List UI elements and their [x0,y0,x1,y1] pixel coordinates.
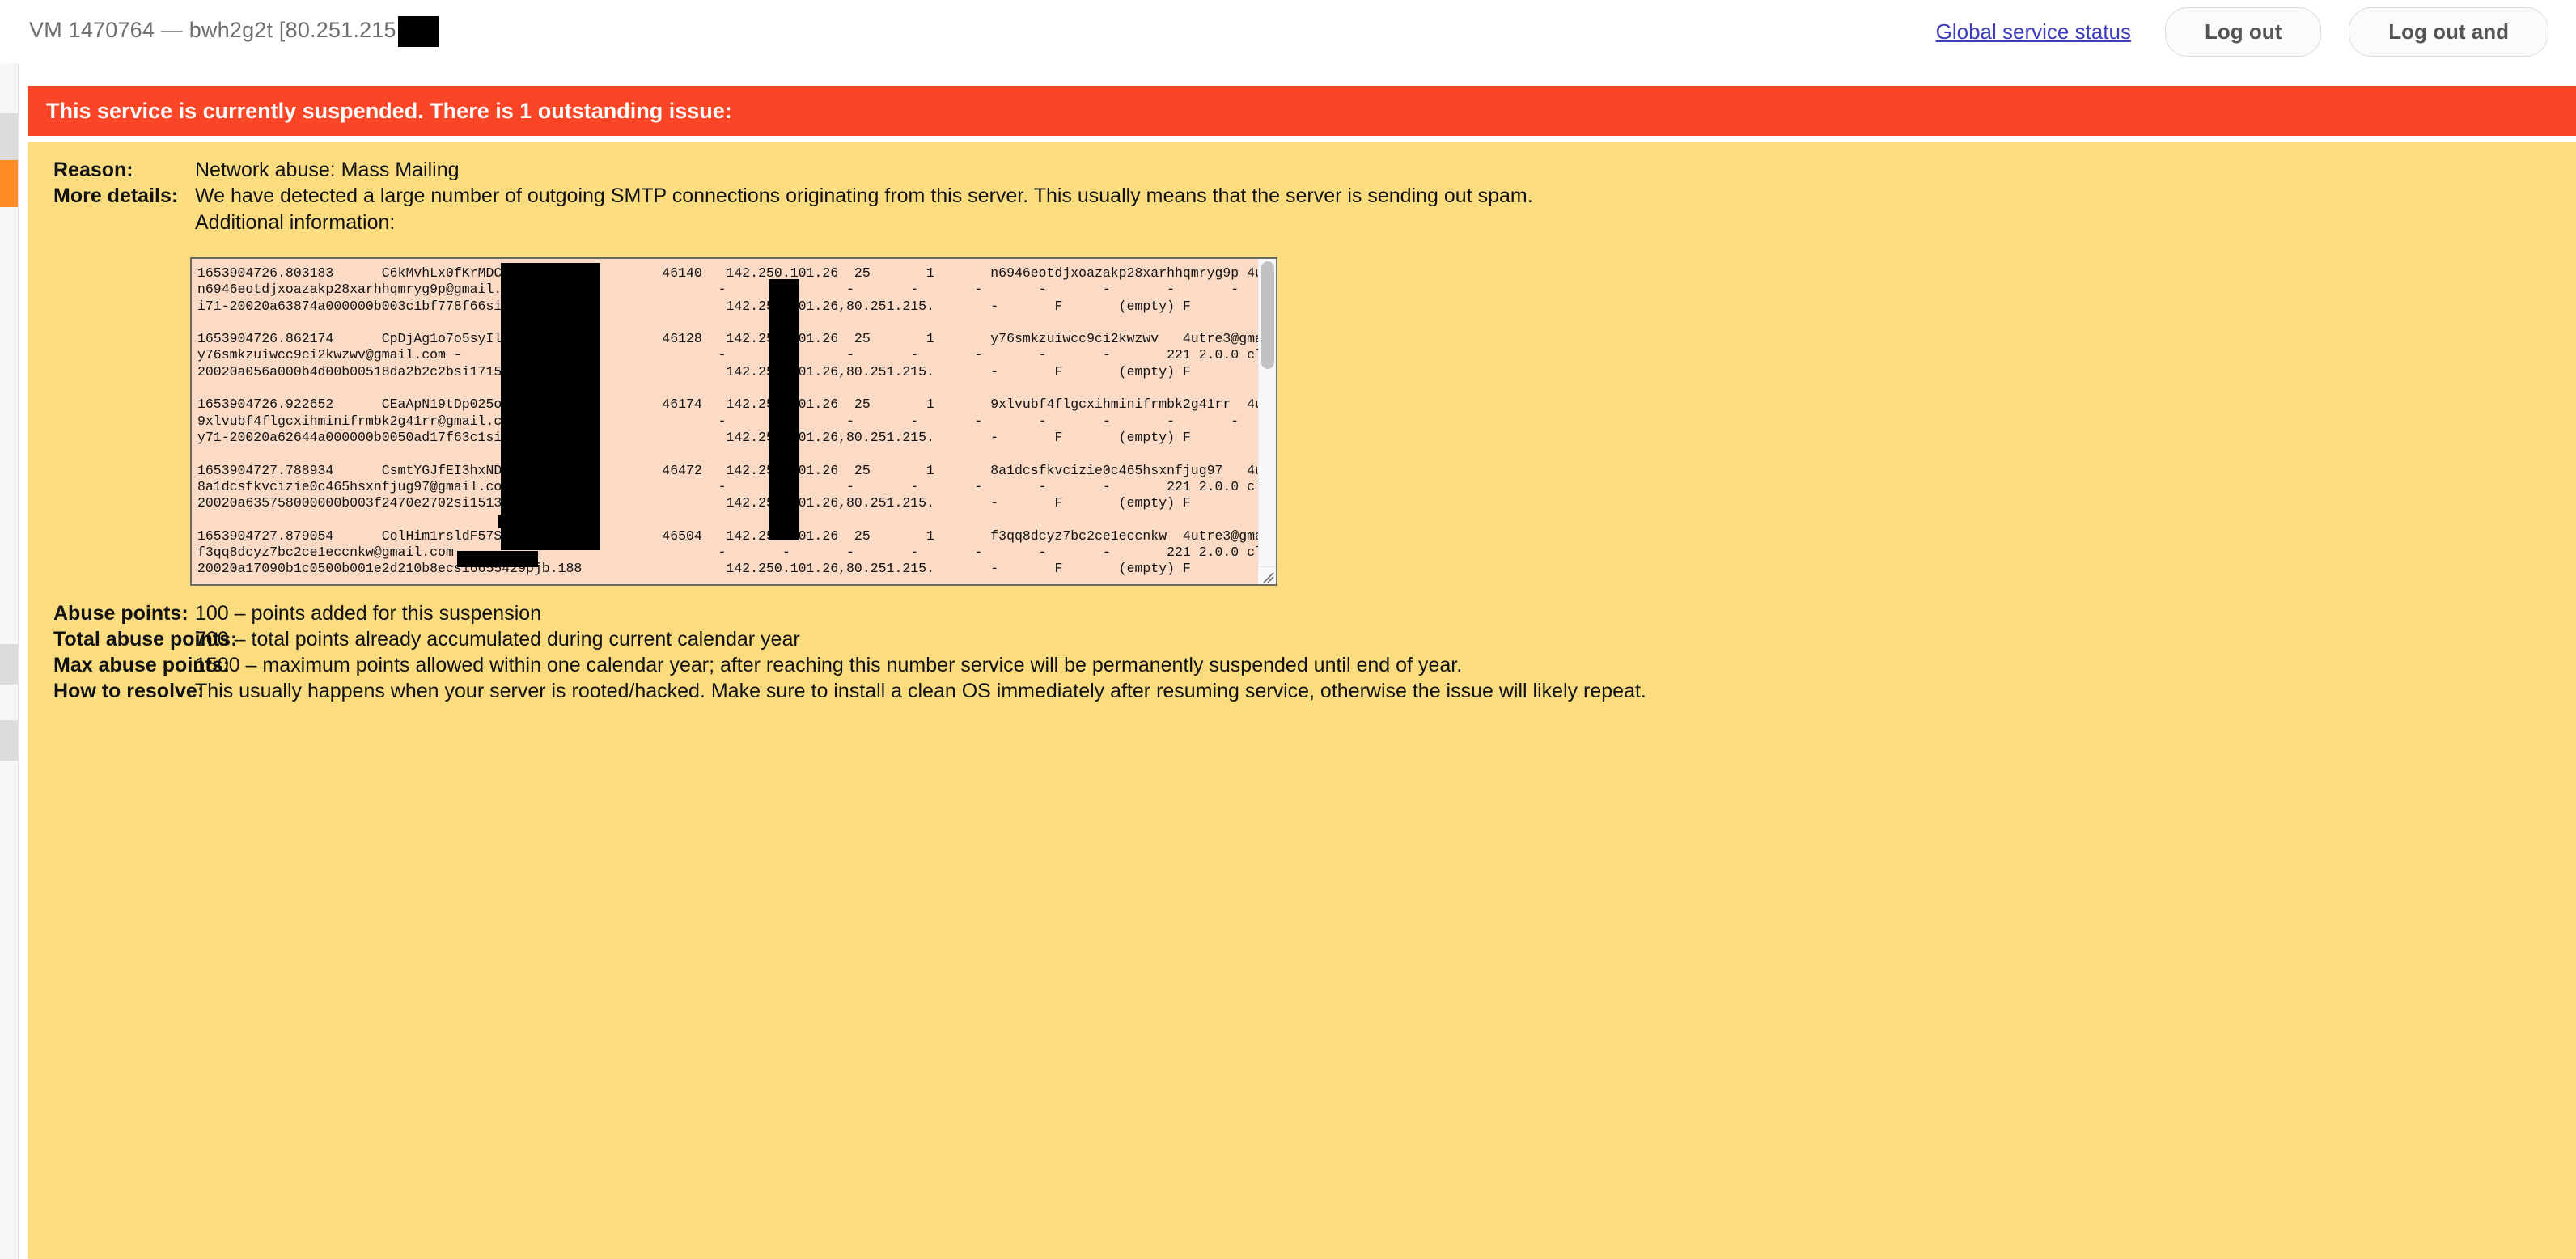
field-how-to-resolve: How to resolve: This usually happens whe… [28,680,2576,703]
field-total-abuse-points-label: Total abuse points: [53,628,238,651]
rail-segment-0 [0,63,18,113]
log-redaction-box-5 [457,551,538,567]
field-more-details-label: More details: [53,184,179,207]
rail-segment-3 [0,207,18,644]
field-more-details: More details: We have detected a large n… [28,184,2576,208]
field-how-to-resolve-value: This usually happens when your server is… [195,680,1646,702]
global-service-status-link[interactable]: Global service status [1936,19,2131,45]
log-out-and-button[interactable]: Log out and [2349,6,2548,57]
page-content: This service is currently suspended. The… [19,63,2576,1259]
log-redaction-box-1 [501,263,600,525]
field-more-details-value: We have detected a large number of outgo… [195,184,1533,207]
rail-divider [18,63,19,1259]
field-total-abuse-points: Total abuse points: 700 – total points a… [28,628,2576,651]
page-title-text: VM 1470764 — bwh2g2t [80.251.215 [29,18,396,43]
field-additional-information-label: Additional information: [195,211,396,234]
log-textarea[interactable]: 1653904726.803183 C6kMvhLx0fKrMDC7j 4614… [192,259,1258,584]
log-redaction-box-3 [501,502,600,550]
rail-segment-6 [0,720,18,761]
field-abuse-points: Abuse points: 100 – points added for thi… [28,602,2576,625]
log-scrollbar[interactable] [1258,259,1276,584]
page-title: VM 1470764 — bwh2g2t [80.251.215 [29,16,439,47]
log-out-button[interactable]: Log out [2164,6,2322,57]
field-abuse-points-label: Abuse points: [53,602,189,625]
field-how-to-resolve-label: How to resolve: [53,680,205,702]
rail-segment-1 [0,113,18,160]
field-reason-label: Reason: [53,159,133,181]
suspension-banner-text: This service is currently suspended. The… [46,98,732,123]
suspension-banner: This service is currently suspended. The… [28,86,2576,136]
field-max-abuse-points-value: 1500 – maximum points allowed within one… [195,654,1463,676]
log-scrollbar-thumb[interactable] [1261,261,1274,369]
field-reason-value: Network abuse: Mass Mailing [195,159,460,181]
field-abuse-points-value: 100 – points added for this suspension [195,602,542,625]
rail-segment-2 [0,160,18,207]
field-total-abuse-points-value: 700 – total points already accumulated d… [195,628,800,651]
field-max-abuse-points: Max abuse points: 1500 – maximum points … [28,654,2576,677]
log-redaction-box-4 [498,515,513,528]
top-bar: VM 1470764 — bwh2g2t [80.251.215 Global … [0,0,2576,63]
left-rail [0,63,18,1259]
redaction-box-title [397,16,439,47]
log-resize-grip[interactable] [1258,566,1276,584]
log-textarea-container[interactable]: 1653904726.803183 C6kMvhLx0fKrMDC7j 4614… [190,257,1277,586]
field-reason: Reason: Network abuse: Mass Mailing [28,159,2576,182]
log-redaction-box-2 [769,279,799,540]
suspension-details-panel: Reason: Network abuse: Mass Mailing More… [28,142,2576,1259]
field-max-abuse-points-label: Max abuse points: [53,654,231,676]
rail-segment-5 [0,685,18,720]
rail-segment-4 [0,644,18,685]
rail-segment-7 [0,761,18,1259]
top-bar-actions: Global service status Log out Log out an… [1936,6,2576,57]
field-additional-information: Additional information: [28,211,2576,235]
